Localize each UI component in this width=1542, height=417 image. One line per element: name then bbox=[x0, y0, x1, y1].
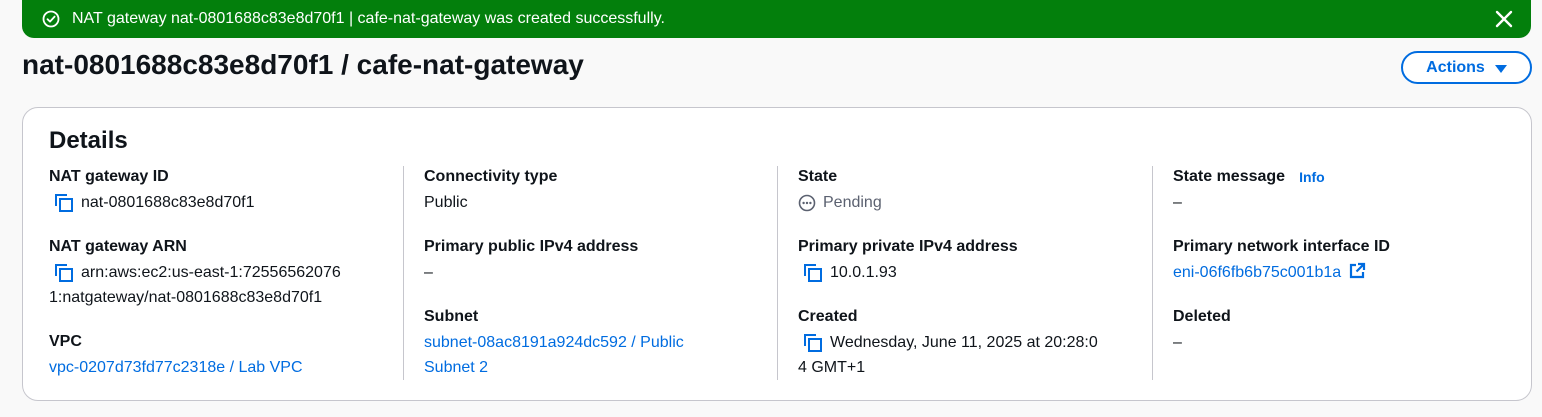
subnet-field: Subnet subnet-08ac8191a924dc592 / Public… bbox=[424, 306, 776, 380]
copy-icon[interactable] bbox=[53, 192, 75, 214]
page-title: nat-0801688c83e8d70f1 / cafe-nat-gateway bbox=[22, 49, 584, 80]
success-flashbar: NAT gateway nat-0801688c83e8d70f1 | cafe… bbox=[22, 0, 1531, 38]
details-column-1: NAT gateway ID nat-0801688c83e8d70f1 NAT… bbox=[49, 166, 403, 380]
network-interface-link[interactable]: eni-06f6fb6b75c001b1a bbox=[1173, 264, 1341, 281]
primary-public-ipv4-value: – bbox=[424, 264, 433, 281]
nat-gateway-arn-label: NAT gateway ARN bbox=[49, 238, 187, 255]
nat-gateway-arn-value: arn:aws:ec2:us-east-1:72556562076 1:natg… bbox=[49, 264, 341, 306]
state-label: State bbox=[798, 168, 838, 185]
close-icon[interactable] bbox=[1493, 8, 1515, 30]
details-column-4: State message Info – Primary network int… bbox=[1173, 166, 1513, 380]
state-message-field: State message Info – bbox=[1173, 166, 1513, 215]
primary-private-ipv4-value: 10.0.1.93 bbox=[830, 264, 897, 281]
vpc-label: VPC bbox=[49, 333, 82, 350]
actions-button[interactable]: Actions bbox=[1401, 51, 1532, 84]
subnet-link[interactable]: subnet-08ac8191a924dc592 / Public Subnet… bbox=[424, 334, 684, 376]
nat-gateway-arn-field: NAT gateway ARN arn:aws:ec2:us-east-1:72… bbox=[49, 236, 403, 310]
connectivity-type-value: Public bbox=[424, 194, 468, 211]
copy-icon[interactable] bbox=[802, 332, 824, 354]
info-link[interactable]: Info bbox=[1299, 166, 1325, 188]
check-circle-icon bbox=[42, 10, 60, 28]
deleted-value: – bbox=[1173, 334, 1182, 351]
details-heading: Details bbox=[49, 127, 128, 154]
details-column-3: State Pending Primary private IPv4 addre… bbox=[798, 166, 1150, 380]
status-badge: Pending bbox=[798, 190, 1150, 215]
actions-button-label: Actions bbox=[1426, 58, 1485, 76]
copy-icon[interactable] bbox=[53, 262, 75, 284]
nat-gateway-id-field: NAT gateway ID nat-0801688c83e8d70f1 bbox=[49, 166, 403, 215]
created-field: Created Wednesday, June 11, 2025 at 20:2… bbox=[798, 306, 1150, 380]
details-column-2: Connectivity type Public Primary public … bbox=[424, 166, 776, 380]
state-message-label: State message bbox=[1173, 168, 1286, 185]
vpc-field: VPC vpc-0207d73fd77c2318e / Lab VPC bbox=[49, 331, 403, 380]
vpc-link[interactable]: vpc-0207d73fd77c2318e / Lab VPC bbox=[49, 359, 303, 376]
deleted-label: Deleted bbox=[1173, 308, 1231, 325]
connectivity-type-label: Connectivity type bbox=[424, 168, 558, 185]
copy-icon[interactable] bbox=[802, 262, 824, 284]
column-divider bbox=[403, 166, 404, 380]
primary-public-ipv4-label: Primary public IPv4 address bbox=[424, 238, 639, 255]
primary-network-interface-field: Primary network interface ID eni-06f6fb6… bbox=[1173, 236, 1513, 285]
primary-private-ipv4-field: Primary private IPv4 address 10.0.1.93 bbox=[798, 236, 1150, 285]
connectivity-type-field: Connectivity type Public bbox=[424, 166, 776, 215]
primary-private-ipv4-label: Primary private IPv4 address bbox=[798, 238, 1018, 255]
state-field: State Pending bbox=[798, 166, 1150, 215]
subnet-label: Subnet bbox=[424, 308, 479, 325]
pending-icon bbox=[798, 194, 816, 212]
primary-network-interface-label: Primary network interface ID bbox=[1173, 238, 1390, 255]
created-label: Created bbox=[798, 308, 858, 325]
nat-gateway-id-label: NAT gateway ID bbox=[49, 168, 169, 185]
nat-gateway-id-value: nat-0801688c83e8d70f1 bbox=[81, 194, 255, 211]
flash-message: NAT gateway nat-0801688c83e8d70f1 | cafe… bbox=[72, 10, 665, 27]
primary-public-ipv4-field: Primary public IPv4 address – bbox=[424, 236, 776, 285]
deleted-field: Deleted – bbox=[1173, 306, 1513, 355]
caret-down-icon bbox=[1494, 64, 1507, 73]
external-link-icon[interactable] bbox=[1348, 262, 1366, 280]
details-panel: Details NAT gateway ID nat-0801688c83e8d… bbox=[22, 107, 1532, 401]
column-divider bbox=[777, 166, 778, 380]
state-value: Pending bbox=[823, 194, 882, 211]
state-message-value: – bbox=[1173, 194, 1182, 211]
created-value: Wednesday, June 11, 2025 at 20:28:0 4 GM… bbox=[798, 334, 1098, 376]
column-divider bbox=[1152, 166, 1153, 380]
